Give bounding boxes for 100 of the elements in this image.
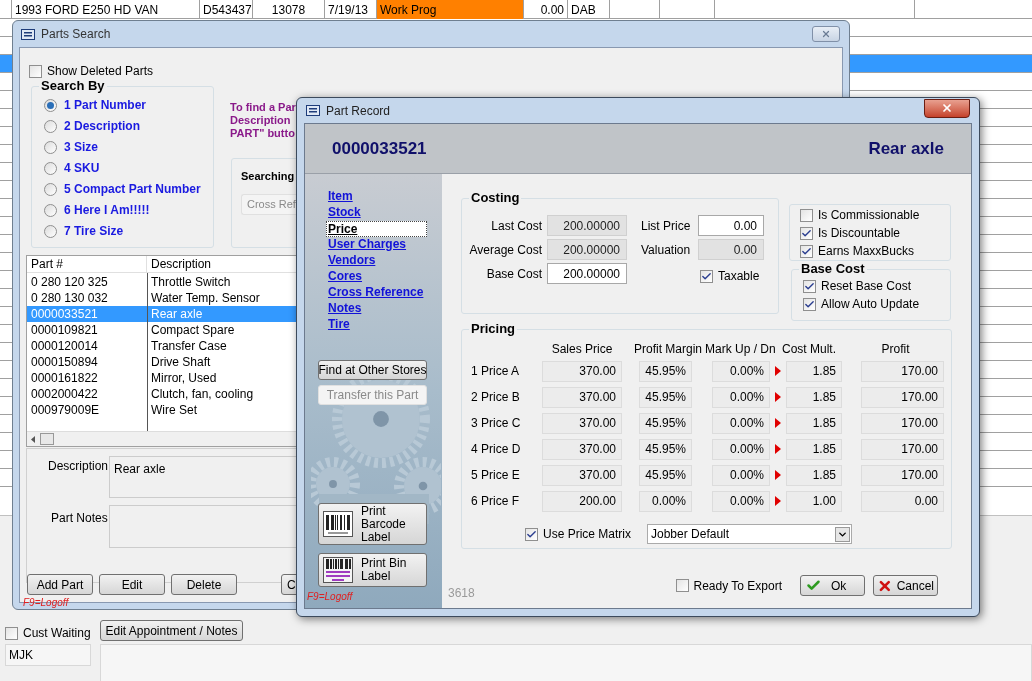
checkbox[interactable] — [700, 269, 713, 283]
group-title: Search By — [39, 78, 107, 94]
arrow-icon — [775, 496, 781, 506]
table-cell: 1.85 — [786, 412, 842, 434]
radio-label: 6 Here I Am!!!!! — [64, 202, 150, 219]
column-header: Profit — [880, 341, 911, 358]
checkbox[interactable] — [803, 297, 816, 311]
ok-button[interactable]: Ok — [800, 575, 865, 596]
part-number-heading: 0000033521 — [332, 137, 427, 160]
table-cell: 1993 FORD E250 HD VAN — [12, 0, 200, 19]
column-header[interactable]: Part # — [27, 256, 147, 272]
print-button[interactable]: Print Bin Label — [318, 553, 427, 587]
radio-button[interactable] — [44, 119, 57, 133]
side-button[interactable]: Find at Other Stores — [318, 360, 427, 380]
table-cell: 170.00 — [861, 386, 944, 408]
checkbox[interactable] — [800, 244, 813, 258]
column-header: Mark Up / Dn — [705, 341, 775, 358]
table-cell-text: 0000161822 — [30, 370, 99, 387]
checkbox-label: Is Discountable — [818, 225, 901, 242]
field-label: Average Cost — [468, 241, 542, 259]
checkbox[interactable] — [675, 579, 689, 592]
checkbox[interactable] — [29, 64, 42, 78]
radio-button[interactable] — [44, 161, 57, 175]
table-cell-text: Mirror, Used — [150, 370, 218, 387]
arrow-icon — [775, 444, 781, 454]
close-button[interactable] — [812, 26, 840, 42]
print-button[interactable]: Print Barcode Label — [318, 503, 427, 545]
nav-link[interactable]: Vendors — [327, 253, 428, 269]
window-icon — [306, 105, 320, 116]
scroll-left-icon[interactable] — [31, 435, 36, 443]
price-label: 4 Price D — [471, 441, 522, 458]
table-cell: 0.00% — [712, 360, 770, 382]
nav-link[interactable]: Cross Reference — [327, 285, 428, 301]
price-label: 6 Price F — [471, 493, 520, 510]
table-cell-text: Transfer Case — [150, 338, 228, 355]
field-label: Base Cost — [485, 265, 542, 283]
field-label: Description — [48, 458, 109, 475]
table-cell-text: Wire Set — [150, 402, 198, 419]
table-cell: 1.85 — [786, 464, 842, 486]
close-button[interactable] — [924, 98, 970, 118]
barcode-icon — [323, 557, 353, 583]
field-label: Last Cost — [490, 217, 542, 235]
checkbox[interactable] — [5, 626, 18, 640]
hint-text: PART" butto — [230, 127, 296, 140]
checkbox-label: Ready To Export — [693, 577, 782, 595]
logoff-hint: F9=Logoff — [23, 596, 69, 610]
radio-button[interactable] — [44, 98, 57, 112]
window-title: Parts Search — [41, 26, 111, 43]
table-cell: 1.00 — [786, 490, 842, 512]
checkbox-label: Is Commissionable — [818, 207, 920, 224]
checkbox[interactable] — [800, 208, 813, 222]
table-cell: 45.95% — [639, 464, 692, 486]
scrollbar-thumb[interactable] — [40, 433, 54, 445]
table-cell-text: 0000109821 — [30, 322, 99, 339]
record-id: 3618 — [448, 585, 475, 602]
table-cell: 45.95% — [639, 386, 692, 408]
cancel-button[interactable]: Cancel — [873, 575, 938, 596]
radio-button[interactable] — [44, 140, 57, 154]
table-cell: 170.00 — [861, 360, 944, 382]
arrow-icon — [775, 418, 781, 428]
radio-button[interactable] — [44, 182, 57, 196]
checkbox[interactable] — [525, 527, 538, 541]
column-header: Sales Price — [550, 341, 614, 358]
table-cell: 0.00% — [712, 438, 770, 460]
action-button[interactable]: Edit — [99, 574, 165, 595]
user-field[interactable]: MJK — [5, 644, 91, 666]
nav-link[interactable]: Price — [326, 221, 427, 237]
matrix-dropdown[interactable]: Jobber Default — [647, 524, 852, 544]
radio-button[interactable] — [44, 224, 57, 238]
radio-label: 7 Tire Size — [64, 223, 124, 240]
group-title: Costing — [469, 190, 522, 206]
value-field[interactable]: 200.00000 — [547, 263, 627, 284]
table-cell: 13078 — [253, 0, 325, 19]
checkbox[interactable] — [803, 279, 816, 293]
window-icon — [21, 28, 35, 40]
nav-link[interactable]: User Charges — [327, 237, 428, 253]
nav-link[interactable]: Stock — [327, 205, 428, 221]
group-title: Searching — [241, 169, 295, 184]
nav-link[interactable]: Item — [327, 189, 428, 205]
radio-label: 2 Description — [64, 118, 141, 135]
appointment-button[interactable]: Edit Appointment / Notes — [100, 620, 243, 641]
close-icon — [821, 29, 831, 39]
action-button[interactable]: Delete — [171, 574, 237, 595]
table-cell: 370.00 — [542, 386, 622, 408]
radio-button[interactable] — [44, 203, 57, 217]
table-cell: Work Prog — [377, 0, 524, 19]
table-cell-text: 0 280 120 325 — [30, 274, 109, 291]
table-cell: 45.95% — [639, 360, 692, 382]
table-cell: 1.85 — [786, 386, 842, 408]
table-cell: 370.00 — [542, 438, 622, 460]
checkbox[interactable] — [800, 226, 813, 240]
table-cell: 0.00 — [524, 0, 568, 19]
table-cell-text: Water Temp. Sensor — [150, 290, 261, 307]
nav-link[interactable]: Cores — [327, 269, 428, 285]
table-cell-text: 000979009E — [30, 402, 101, 419]
action-button[interactable]: Add Part — [27, 574, 93, 595]
value-field[interactable]: 0.00 — [698, 215, 764, 236]
checkbox-label: Use Price Matrix — [543, 526, 631, 543]
radio-label: 5 Compact Part Number — [64, 181, 201, 198]
check-icon — [806, 578, 821, 593]
